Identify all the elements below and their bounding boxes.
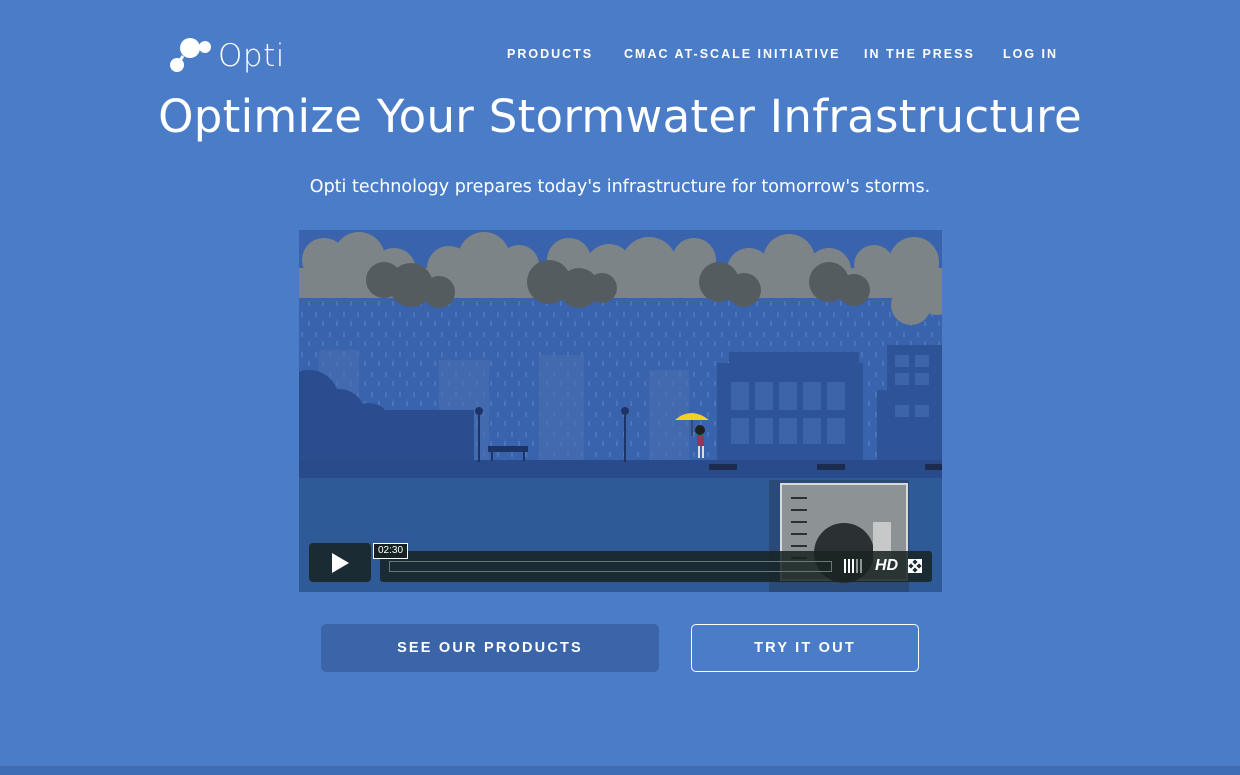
footer-divider bbox=[0, 766, 1240, 775]
volume-bar bbox=[860, 559, 862, 573]
video-thumbnail-illustration bbox=[299, 230, 942, 592]
play-button[interactable] bbox=[309, 543, 371, 582]
volume-bar bbox=[852, 559, 854, 573]
main-nav: PRODUCTS CMAC AT-SCALE INITIATIVE IN THE… bbox=[0, 47, 1240, 63]
hero-subtitle: Opti technology prepares today's infrast… bbox=[309, 177, 931, 197]
progress-bar[interactable] bbox=[389, 561, 832, 572]
player-controls: HD bbox=[380, 551, 932, 582]
hero-title: Optimize Your Stormwater Infrastructure bbox=[158, 90, 1082, 143]
fullscreen-icon[interactable] bbox=[908, 559, 922, 573]
volume-bars-icon[interactable] bbox=[844, 559, 862, 573]
see-products-button[interactable]: SEE OUR PRODUCTS bbox=[321, 624, 659, 672]
play-icon bbox=[332, 552, 349, 573]
try-it-out-button[interactable]: TRY IT OUT bbox=[691, 624, 919, 672]
video-time-tooltip: 02:30 bbox=[373, 543, 409, 559]
nav-item-log-in[interactable]: LOG IN bbox=[1003, 47, 1058, 61]
nav-item-products[interactable]: PRODUCTS bbox=[507, 47, 593, 61]
video-player[interactable]: HD 02:30 bbox=[299, 230, 942, 592]
nav-item-cmac-initiative[interactable]: CMAC AT-SCALE INITIATIVE bbox=[624, 47, 841, 61]
volume-bar bbox=[844, 559, 846, 573]
volume-bar bbox=[848, 559, 850, 573]
nav-item-in-the-press[interactable]: IN THE PRESS bbox=[864, 47, 975, 61]
volume-bar bbox=[856, 559, 858, 573]
hd-toggle[interactable]: HD bbox=[875, 557, 898, 575]
